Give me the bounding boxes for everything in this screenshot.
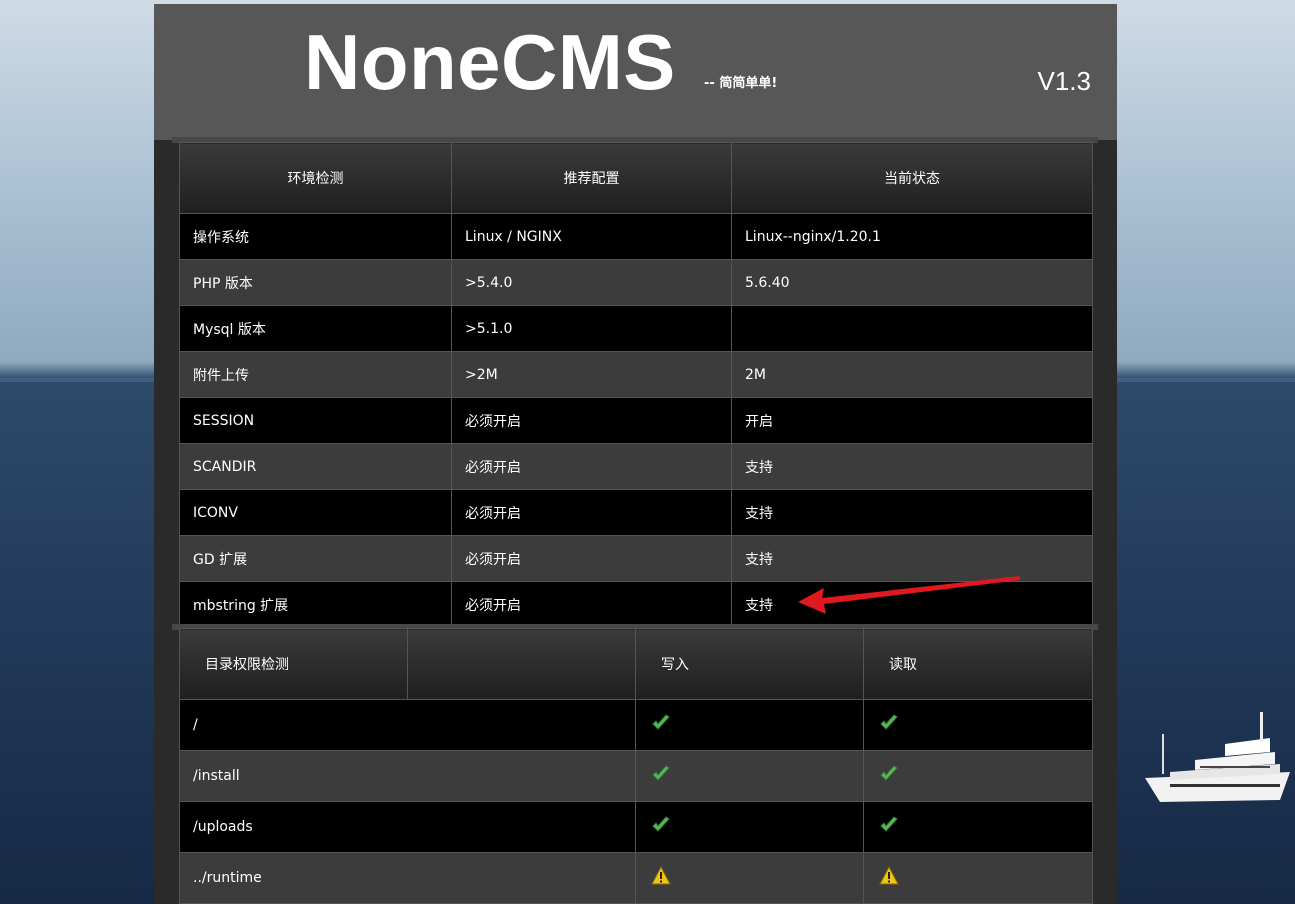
table-row: /install [179,750,1093,802]
warning-icon [651,865,671,886]
table-row: 附件上传 >2M 2M [179,351,1093,398]
cell-check-item: SESSION [179,397,452,444]
table-row: PHP 版本 >5.4.0 5.6.40 [179,259,1093,306]
table-row: SESSION 必须开启 开启 [179,397,1093,444]
slogan: -- 简简单单! [704,76,778,91]
cell-write-status [635,750,864,802]
cell-check-item: GD 扩展 [179,535,452,582]
cell-check-item: 附件上传 [179,351,452,398]
cell-check-item: mbstring 扩展 [179,581,452,628]
cell-recommended: 必须开启 [451,397,732,444]
column-header-empty [407,628,636,700]
column-header-directory: 目录权限检测 [179,628,408,700]
cell-directory-path: /install [179,750,636,802]
cell-check-item: Mysql 版本 [179,305,452,352]
environment-check-table: 环境检测 推荐配置 当前状态 操作系统 Linux / NGINX Linux--n… [179,142,1093,628]
table-row: SCANDIR 必须开启 支持 [179,443,1093,490]
cell-write-status [635,801,864,853]
cell-current: 支持 [731,443,1093,490]
cell-write-status [635,699,864,751]
yacht-image [1145,712,1290,802]
ok-icon [879,815,899,835]
cell-read-status [863,750,1093,802]
cell-current [731,305,1093,352]
column-header-current: 当前状态 [731,142,1093,214]
cell-recommended: Linux / NGINX [451,213,732,260]
column-header-recommended: 推荐配置 [451,142,732,214]
table-row: /uploads [179,801,1093,853]
cell-read-status [863,852,1093,904]
column-header-write: 写入 [635,628,864,700]
cell-recommended: 必须开启 [451,443,732,490]
table-header-row: 目录权限检测 写入 读取 [179,628,1093,700]
column-header-env: 环境检测 [179,142,452,214]
table-row: ../runtime [179,852,1093,904]
directory-permission-table: 目录权限检测 写入 读取 //install/uploads ../runtime [179,628,1093,904]
warning-icon [879,865,899,886]
table-row: / [179,699,1093,751]
cell-current: 开启 [731,397,1093,444]
cell-directory-path: /uploads [179,801,636,853]
cell-check-item: PHP 版本 [179,259,452,306]
version-label: V1.3 [1037,66,1092,96]
cell-write-status [635,852,864,904]
cell-read-status [863,699,1093,751]
cell-check-item: 操作系统 [179,213,452,260]
ok-icon [879,764,899,784]
red-arrow-annotation [798,576,1020,614]
cell-directory-path: ../runtime [179,852,636,904]
ok-icon [651,815,671,835]
cell-check-item: SCANDIR [179,443,452,490]
ok-icon [651,764,671,784]
column-header-read: 读取 [863,628,1093,700]
table-row: Mysql 版本 >5.1.0 [179,305,1093,352]
installer-panel: NoneCMS -- 简简单单! V1.3 环境检测 推荐配置 当前状态 操作系… [154,4,1117,904]
ok-icon [879,713,899,733]
cell-read-status [863,801,1093,853]
header: NoneCMS -- 简简单单! V1.3 [154,4,1117,140]
cell-recommended: 必须开启 [451,489,732,536]
cell-recommended: >5.4.0 [451,259,732,306]
cell-recommended: 必须开启 [451,535,732,582]
table-row: ICONV 必须开启 支持 [179,489,1093,536]
cell-check-item: ICONV [179,489,452,536]
cell-current: 2M [731,351,1093,398]
table-row: 操作系统 Linux / NGINX Linux--nginx/1.20.1 [179,213,1093,260]
cell-recommended: >5.1.0 [451,305,732,352]
cell-current: 5.6.40 [731,259,1093,306]
ok-icon [651,713,671,733]
cell-current: Linux--nginx/1.20.1 [731,213,1093,260]
cell-directory-path: / [179,699,636,751]
cell-recommended: >2M [451,351,732,398]
table-header-row: 环境检测 推荐配置 当前状态 [179,142,1093,214]
logo: NoneCMS [304,18,676,106]
cell-current: 支持 [731,489,1093,536]
cell-recommended: 必须开启 [451,581,732,628]
